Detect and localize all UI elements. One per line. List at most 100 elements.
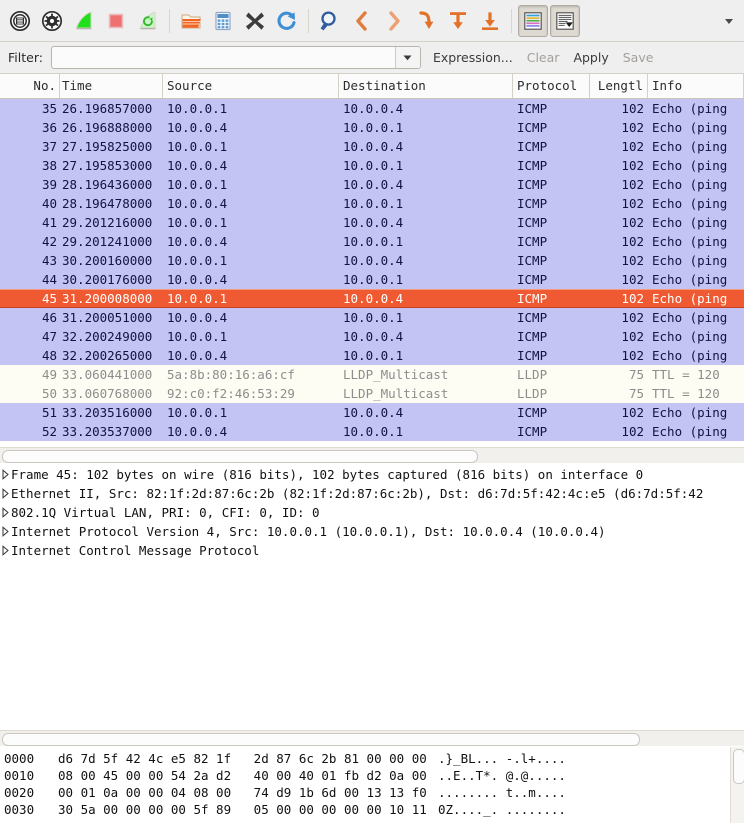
detail-row[interactable]: 802.1Q Virtual LAN, PRI: 0, CFI: 0, ID: …: [0, 503, 744, 522]
column-header-info[interactable]: Info: [648, 74, 744, 98]
packet-cell-no: 46: [41, 310, 57, 325]
capture-options-icon[interactable]: [37, 5, 67, 37]
auto-scroll-icon[interactable]: [550, 4, 580, 37]
stop-capture-icon[interactable]: [101, 5, 131, 37]
apply-filter-button[interactable]: Apply: [573, 50, 608, 65]
packet-cell-dst: 10.0.0.4: [343, 215, 404, 230]
expand-triangle-icon[interactable]: [0, 469, 11, 480]
detail-row[interactable]: Internet Protocol Version 4, Src: 10.0.0…: [0, 522, 744, 541]
expand-triangle-icon[interactable]: [0, 488, 11, 499]
hex-bytes: d6 7d 5f 42 4c e5 82 1f 2d 87 6c 2b 81 0…: [58, 751, 427, 766]
toolbar-overflow-icon[interactable]: [720, 5, 738, 37]
packet-row[interactable]: 50 33.060768000 92:c0:f2:46:53:29 LLDP_Mult…: [0, 384, 744, 403]
packet-row[interactable]: 35 26.196857000 10.0.0.1 10.0.0.4 ICMP 102 Ech…: [0, 99, 744, 118]
detail-row[interactable]: Ethernet II, Src: 82:1f:2d:87:6c:2b (82:…: [0, 484, 744, 503]
packet-cell-src: 10.0.0.1: [167, 139, 228, 154]
hex-row[interactable]: 0010 08 00 45 00 00 54 2a d2 40 00 40 01 …: [4, 767, 744, 784]
packet-row[interactable]: 46 31.200051000 10.0.0.4 10.0.0.1 ICMP 102 Ech…: [0, 308, 744, 327]
detail-row[interactable]: Internet Control Message Protocol: [0, 541, 744, 560]
go-to-last-packet-icon[interactable]: [475, 5, 505, 37]
column-header-length[interactable]: Lengtl: [590, 74, 648, 98]
packet-cell-len: 102: [621, 120, 644, 135]
packet-cell-src: 10.0.0.1: [167, 177, 228, 192]
packet-cell-proto: ICMP: [517, 234, 548, 249]
packet-list-rows[interactable]: 35 26.196857000 10.0.0.1 10.0.0.4 ICMP 102 Ech…: [0, 99, 744, 447]
filter-input-wrapper[interactable]: [50, 46, 421, 69]
packet-cell-info: Echo (ping: [652, 272, 728, 287]
restart-capture-icon[interactable]: [133, 5, 163, 37]
packet-details-hscroll-thumb[interactable]: [2, 733, 641, 746]
packet-details-hscrollbar[interactable]: [0, 730, 744, 746]
interfaces-list-icon[interactable]: [5, 5, 35, 37]
packet-cell-proto: ICMP: [517, 272, 548, 287]
packet-cell-dst: 10.0.0.4: [343, 177, 404, 192]
packet-cell-no: 43: [41, 253, 57, 268]
packet-row[interactable]: 51 33.203516000 10.0.0.1 10.0.0.4 ICMP 102 Ech…: [0, 403, 744, 422]
save-file-icon[interactable]: [208, 5, 238, 37]
clear-filter-button[interactable]: Clear: [527, 50, 560, 65]
go-back-icon[interactable]: [347, 5, 377, 37]
packet-list-hscrollbar[interactable]: [0, 447, 744, 463]
find-packet-icon[interactable]: [315, 5, 345, 37]
packet-row[interactable]: 41 29.201216000 10.0.0.1 10.0.0.4 ICMP 102 Ech…: [0, 213, 744, 232]
column-header-no[interactable]: No.: [0, 74, 60, 98]
packet-cell-dst: 10.0.0.1: [343, 348, 404, 363]
column-header-protocol[interactable]: Protocol: [513, 74, 590, 98]
packet-cell-len: 102: [621, 348, 644, 363]
packet-details-tree[interactable]: Frame 45: 102 bytes on wire (816 bits), …: [0, 463, 744, 730]
packet-row[interactable]: 44 30.200176000 10.0.0.4 10.0.0.1 ICMP 102 Ech…: [0, 270, 744, 289]
filter-input[interactable]: [51, 47, 395, 68]
packet-list-hscroll-thumb[interactable]: [2, 450, 478, 463]
packet-cell-time: 28.196436000: [62, 177, 153, 192]
packet-row[interactable]: 42 29.201241000 10.0.0.4 10.0.0.1 ICMP 102 Ech…: [0, 232, 744, 251]
packet-row[interactable]: 52 33.203537000 10.0.0.4 10.0.0.1 ICMP 102 Ech…: [0, 422, 744, 441]
packet-row[interactable]: 39 28.196436000 10.0.0.1 10.0.0.4 ICMP 102 Ech…: [0, 175, 744, 194]
packet-bytes-vscroll-thumb[interactable]: [733, 749, 744, 785]
colorize-packets-icon[interactable]: [518, 4, 548, 37]
packet-cell-time: 29.201241000: [62, 234, 153, 249]
expand-triangle-icon[interactable]: [0, 545, 11, 556]
hex-row[interactable]: 0030 30 5a 00 00 00 00 5f 89 05 00 00 00 …: [4, 801, 744, 818]
packet-row[interactable]: 43 30.200160000 10.0.0.1 10.0.0.4 ICMP 102 Ech…: [0, 251, 744, 270]
packet-bytes-vscrollbar[interactable]: [730, 747, 744, 823]
filter-dropdown-icon[interactable]: [394, 47, 420, 68]
packet-cell-no: 50: [41, 386, 57, 401]
column-header-destination[interactable]: Destination: [339, 74, 513, 98]
start-capture-icon[interactable]: [69, 5, 99, 37]
open-file-icon[interactable]: [176, 5, 206, 37]
packet-row[interactable]: 45 31.200008000 10.0.0.1 10.0.0.4 ICMP 102 Ech…: [0, 289, 744, 308]
packet-row[interactable]: 48 32.200265000 10.0.0.4 10.0.0.1 ICMP 102 Ech…: [0, 346, 744, 365]
packet-row[interactable]: 38 27.195853000 10.0.0.4 10.0.0.1 ICMP 102 Ech…: [0, 156, 744, 175]
detail-row[interactable]: Frame 45: 102 bytes on wire (816 bits), …: [0, 465, 744, 484]
packet-cell-time: 29.201216000: [62, 215, 153, 230]
go-forward-icon[interactable]: [379, 5, 409, 37]
expand-triangle-icon[interactable]: [0, 526, 11, 537]
expand-triangle-icon[interactable]: [0, 507, 11, 518]
go-to-packet-icon[interactable]: [411, 5, 441, 37]
packet-row[interactable]: 47 32.200249000 10.0.0.1 10.0.0.4 ICMP 102 Ech…: [0, 327, 744, 346]
save-filter-button[interactable]: Save: [623, 50, 654, 65]
packet-cell-no: 49: [41, 367, 57, 382]
packet-cell-time: 26.196857000: [62, 101, 153, 116]
packet-bytes-rows[interactable]: 0000 d6 7d 5f 42 4c e5 82 1f 2d 87 6c 2b …: [0, 747, 744, 818]
packet-cell-time: 28.196478000: [62, 196, 153, 211]
hex-row[interactable]: 0000 d6 7d 5f 42 4c e5 82 1f 2d 87 6c 2b …: [4, 750, 744, 767]
packet-row[interactable]: 49 33.060441000 5a:8b:80:16:a6:cf LLDP_Mult…: [0, 365, 744, 384]
packet-cell-dst: 10.0.0.1: [343, 234, 404, 249]
column-header-source[interactable]: Source: [163, 74, 339, 98]
packet-cell-proto: ICMP: [517, 348, 548, 363]
column-header-time[interactable]: Time: [60, 74, 163, 98]
packet-row[interactable]: 37 27.195825000 10.0.0.1 10.0.0.4 ICMP 102 Ech…: [0, 137, 744, 156]
close-file-icon[interactable]: [240, 5, 270, 37]
packet-row[interactable]: 36 26.196888000 10.0.0.4 10.0.0.1 ICMP 102 Ech…: [0, 118, 744, 137]
hex-row[interactable]: 0020 00 01 0a 00 00 04 08 00 74 d9 1b 6d …: [4, 784, 744, 801]
packet-row[interactable]: 40 28.196478000 10.0.0.4 10.0.0.1 ICMP 102 Ech…: [0, 194, 744, 213]
reload-file-icon[interactable]: [272, 5, 302, 37]
packet-cell-no: 42: [41, 234, 57, 249]
packet-cell-len: 102: [621, 310, 644, 325]
packet-cell-dst: 10.0.0.4: [343, 405, 404, 420]
expression-button[interactable]: Expression...: [433, 50, 513, 65]
hex-bytes: 30 5a 00 00 00 00 5f 89 05 00 00 00 00 0…: [58, 802, 427, 817]
packet-cell-src: 10.0.0.1: [167, 253, 228, 268]
go-to-first-packet-icon[interactable]: [443, 5, 473, 37]
